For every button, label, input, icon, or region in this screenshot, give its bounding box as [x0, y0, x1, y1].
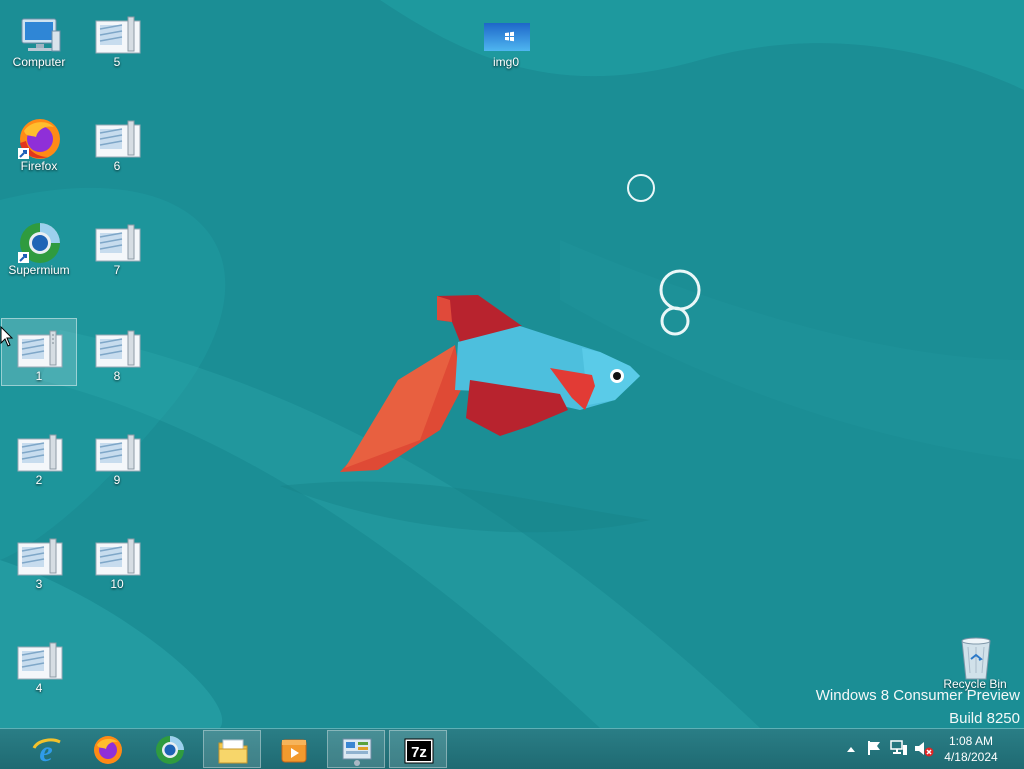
internet-explorer-button[interactable]: e [17, 730, 75, 768]
desktop-icon-file-9[interactable]: 9 [79, 422, 155, 490]
desktop-icon-file-7[interactable]: 7 [79, 212, 155, 280]
supermium-icon [156, 736, 184, 764]
file-icon [17, 330, 63, 368]
file-icon [95, 538, 141, 576]
file-icon [95, 16, 141, 54]
7zip-button[interactable]: 7z [389, 730, 447, 768]
taskbar-clock[interactable]: 1:08 AM 4/18/2024 [936, 733, 1006, 765]
file-icon [95, 330, 141, 368]
folder-icon [218, 739, 248, 764]
desktop-icon-file-2[interactable]: 2 [1, 422, 77, 490]
icon-label: 7 [113, 263, 121, 277]
icon-label: 6 [113, 159, 121, 173]
show-hidden-icons-icon[interactable] [846, 745, 856, 753]
icon-label: 10 [110, 577, 124, 591]
desktop-icon-img0[interactable]: img0 [468, 4, 544, 72]
action-center-flag-icon[interactable] [866, 740, 882, 756]
media-player-icon [281, 739, 307, 763]
file-icon [95, 434, 141, 472]
mouse-pointer-icon [0, 326, 14, 347]
supermium-icon [18, 223, 60, 263]
7zip-icon: 7z [404, 738, 434, 764]
media-player-button[interactable] [265, 730, 323, 768]
icon-label: 5 [113, 55, 121, 69]
file-icon [17, 434, 63, 472]
file-icon [17, 538, 63, 576]
desktop[interactable]: Computer Firefox Supermium 1 2 3 4 5 6 7… [0, 0, 1024, 728]
desktop-icon-computer[interactable]: Computer [1, 4, 77, 72]
firefox-icon [18, 119, 60, 159]
watermark-edition: Windows 8 Consumer Preview [815, 687, 1020, 704]
desktop-icon-file-6[interactable]: 6 [79, 108, 155, 176]
computer-icon [21, 18, 61, 52]
file-explorer-button[interactable] [203, 730, 261, 768]
recycle-bin-icon [961, 637, 991, 680]
7zip-label: 7z [411, 744, 427, 761]
file-icon [95, 224, 141, 262]
icon-label: img0 [492, 55, 519, 69]
icon-label: 8 [113, 369, 121, 383]
control-panel-icon [342, 738, 372, 766]
desktop-icon-file-8[interactable]: 8 [79, 318, 155, 386]
file-icon [95, 120, 141, 158]
desktop-icon-file-10[interactable]: 10 [79, 526, 155, 594]
firefox-icon [94, 736, 122, 764]
desktop-icon-file-4[interactable]: 4 [1, 630, 77, 698]
system-tray [840, 729, 940, 769]
internet-explorer-icon: e [32, 735, 61, 766]
desktop-icon-file-5[interactable]: 5 [79, 4, 155, 72]
icon-label: 9 [113, 473, 121, 487]
clock-date: 4/18/2024 [944, 750, 998, 764]
clock-time: 1:08 AM [948, 734, 994, 748]
network-icon[interactable] [890, 740, 908, 756]
windows-watermark: Windows 8 Consumer Preview Build 8250 [760, 684, 1020, 728]
desktop-icon-supermium[interactable]: Supermium [1, 212, 77, 280]
file-icon [17, 642, 63, 680]
icon-label: 4 [35, 681, 43, 695]
control-panel-button[interactable] [327, 730, 385, 768]
volume-muted-icon[interactable] [914, 740, 934, 758]
watermark-build: Build 8250 [949, 710, 1020, 727]
desktop-icon-file-3[interactable]: 3 [1, 526, 77, 594]
supermium-taskbar-button[interactable] [141, 730, 199, 768]
firefox-taskbar-button[interactable] [79, 730, 137, 768]
image-file-icon [484, 23, 530, 51]
taskbar: e 7z 1:08 AM 4/18/2024 [0, 728, 1024, 769]
desktop-icon-firefox[interactable]: Firefox [1, 108, 77, 176]
